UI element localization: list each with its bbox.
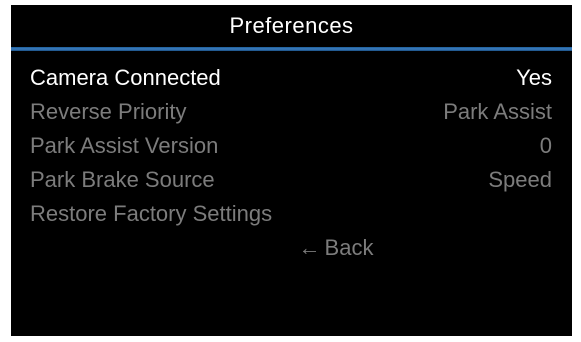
menu-item-label: Restore Factory Settings [30,201,273,226]
menu-item-park-brake-source[interactable]: Park Brake Source Speed [30,163,552,197]
menu-item-label: Park Brake Source [30,167,215,192]
page-title: Preferences [229,13,354,38]
menu-item-reverse-priority[interactable]: Reverse Priority Park Assist [30,95,552,129]
back-button[interactable]: ← Back [30,231,552,265]
back-label: Back [324,235,374,260]
menu-item-label: Reverse Priority [30,99,187,124]
title-divider [11,47,572,51]
preferences-menu: Camera Connected Yes Reverse Priority Pa… [30,61,552,265]
menu-item-value: 0 [539,133,552,158]
title-bar: Preferences [11,5,572,47]
menu-item-value: Speed [488,167,552,192]
left-arrow-icon: ← [298,235,321,260]
preferences-screen: Preferences Camera Connected Yes Reverse… [11,5,572,336]
menu-item-park-assist-version[interactable]: Park Assist Version 0 [30,129,552,163]
menu-item-restore-factory-settings[interactable]: Restore Factory Settings [30,197,552,231]
menu-item-label: Camera Connected [30,65,221,90]
menu-item-value: Yes [516,65,552,90]
menu-item-label: Park Assist Version [30,133,219,158]
menu-item-value: Park Assist [443,99,552,124]
menu-item-camera-connected[interactable]: Camera Connected Yes [30,61,552,95]
